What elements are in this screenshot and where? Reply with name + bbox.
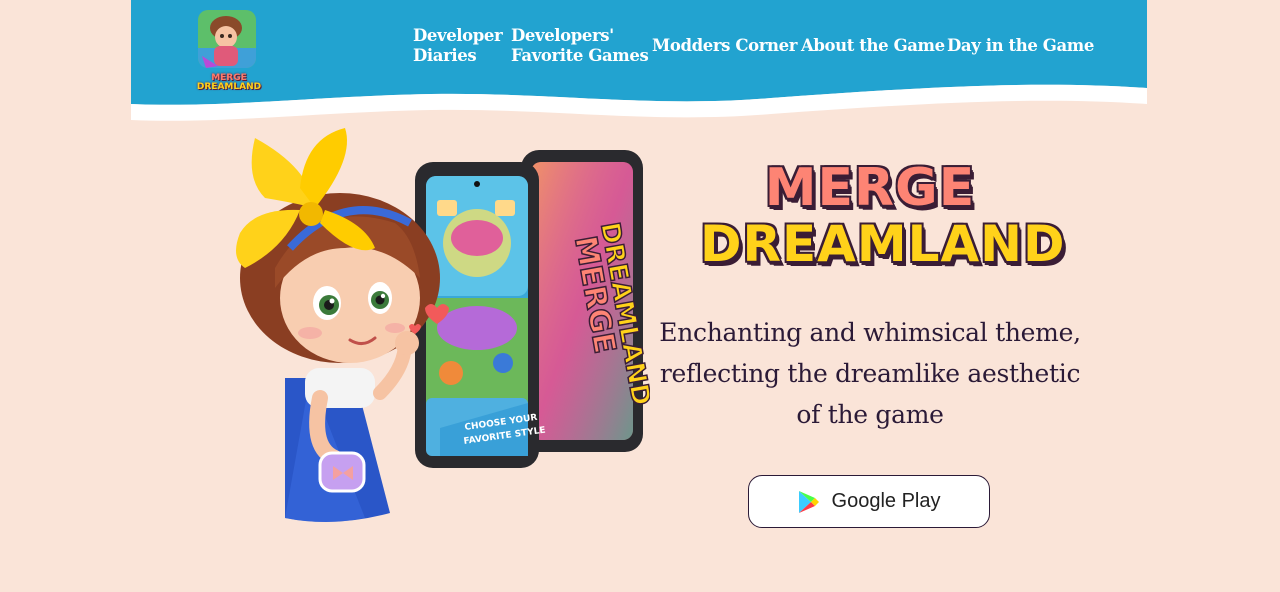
game-title-line2: DREAMLAND xyxy=(700,215,1066,273)
google-play-icon xyxy=(798,490,819,513)
site-header: MERGE DREAMLAND Developer Diaries Develo… xyxy=(131,0,1147,130)
nav-label-line: Diaries xyxy=(413,46,477,65)
main-nav: Developer Diaries Developers' Favorite G… xyxy=(131,26,1147,70)
nav-day-in-the-game[interactable]: Day in the Game xyxy=(947,36,1094,56)
nav-developers-favorite-games[interactable]: Developers' Favorite Games xyxy=(511,26,649,66)
nav-label-line: Developers' xyxy=(511,26,614,45)
logo-wordmark-line2: DREAMLAND xyxy=(196,82,262,92)
logo-wordmark: MERGE DREAMLAND xyxy=(189,74,269,92)
phone-mockup-back: MERGE DREAMLAND xyxy=(521,150,650,452)
nav-modders-corner[interactable]: Modders Corner xyxy=(652,36,797,56)
hero-tagline: Enchanting and whimsical theme, reflecti… xyxy=(659,318,1081,429)
hero-illustration: MERGE DREAMLAND CHOOSE YOUR FAVORITE STY… xyxy=(236,128,650,522)
google-play-button[interactable]: Google Play xyxy=(748,475,990,528)
game-title-line1: MERGE xyxy=(764,158,976,218)
nav-developer-diaries[interactable]: Developer Diaries xyxy=(413,26,503,66)
google-play-label: Google Play xyxy=(831,490,941,512)
nav-label-line: Developer xyxy=(413,26,503,45)
game-title-logo: MERGE DREAMLAND xyxy=(700,158,1066,273)
nav-label-line: Favorite Games xyxy=(511,46,649,65)
nav-about-the-game[interactable]: About the Game xyxy=(801,36,945,56)
